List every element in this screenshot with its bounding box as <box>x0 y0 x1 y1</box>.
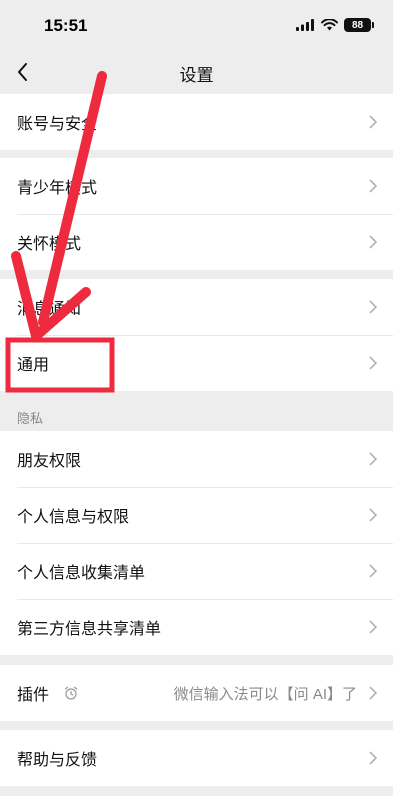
row-personal-info-collection[interactable]: 个人信息收集清单 <box>0 543 393 599</box>
status-bar: 15:51 88 <box>0 0 393 50</box>
row-label: 通用 <box>17 357 50 374</box>
chevron-right-icon <box>369 751 378 765</box>
battery-level: 88 <box>351 19 364 31</box>
group-help: 帮助与反馈 <box>0 730 393 786</box>
row-friend-permissions[interactable]: 朋友权限 <box>0 431 393 487</box>
chevron-right-icon <box>369 620 378 634</box>
row-help-feedback[interactable]: 帮助与反馈 <box>0 730 393 786</box>
group-privacy: 朋友权限 个人信息与权限 个人信息收集清单 第三方信息共享清单 <box>0 431 393 655</box>
row-care-mode[interactable]: 关怀模式 <box>0 214 393 270</box>
chevron-right-icon <box>369 235 378 249</box>
row-label: 帮助与反馈 <box>17 752 98 769</box>
row-personal-info-permissions[interactable]: 个人信息与权限 <box>0 487 393 543</box>
chevron-right-icon <box>369 508 378 522</box>
chevron-right-icon <box>369 300 378 314</box>
wifi-icon <box>321 19 338 31</box>
group-plugins: 插件 微信输入法可以【问 AI】了 <box>0 665 393 721</box>
nav-bar: 设置 <box>0 50 393 94</box>
row-label: 个人信息与权限 <box>17 509 130 526</box>
row-notifications[interactable]: 消息通知 <box>0 279 393 335</box>
chevron-right-icon <box>369 356 378 370</box>
row-label: 关怀模式 <box>17 236 82 253</box>
row-general[interactable]: 通用 <box>0 335 393 391</box>
row-third-party-sharing[interactable]: 第三方信息共享清单 <box>0 599 393 655</box>
cellular-signal-icon <box>296 19 314 31</box>
row-teen-mode[interactable]: 青少年模式 <box>0 158 393 214</box>
row-label: 青少年模式 <box>17 180 98 197</box>
group-modes: 青少年模式 关怀模式 <box>0 158 393 270</box>
alarm-clock-icon <box>64 686 78 700</box>
row-label: 朋友权限 <box>17 453 82 470</box>
chevron-right-icon <box>369 115 378 129</box>
plugins-hint: 微信输入法可以【问 AI】了 <box>173 686 357 703</box>
row-account-security[interactable]: 账号与安全 <box>0 94 393 150</box>
chevron-right-icon <box>369 179 378 193</box>
row-label: 插件 <box>17 687 50 704</box>
section-label-privacy: 隐私 <box>17 411 44 426</box>
battery-icon: 88 <box>344 18 374 32</box>
row-label: 账号与安全 <box>17 116 98 133</box>
chevron-right-icon <box>369 452 378 466</box>
chevron-right-icon <box>369 686 378 700</box>
row-label: 第三方信息共享清单 <box>17 621 162 638</box>
group-general: 消息通知 通用 <box>0 279 393 391</box>
row-label: 个人信息收集清单 <box>17 565 146 582</box>
status-time: 15:51 <box>44 16 88 35</box>
chevron-right-icon <box>369 564 378 578</box>
group-account: 账号与安全 <box>0 94 393 150</box>
row-plugins[interactable]: 插件 微信输入法可以【问 AI】了 <box>0 665 393 721</box>
row-label: 消息通知 <box>17 301 82 318</box>
status-icons: 88 <box>296 17 374 33</box>
page-title: 设置 <box>179 66 214 85</box>
